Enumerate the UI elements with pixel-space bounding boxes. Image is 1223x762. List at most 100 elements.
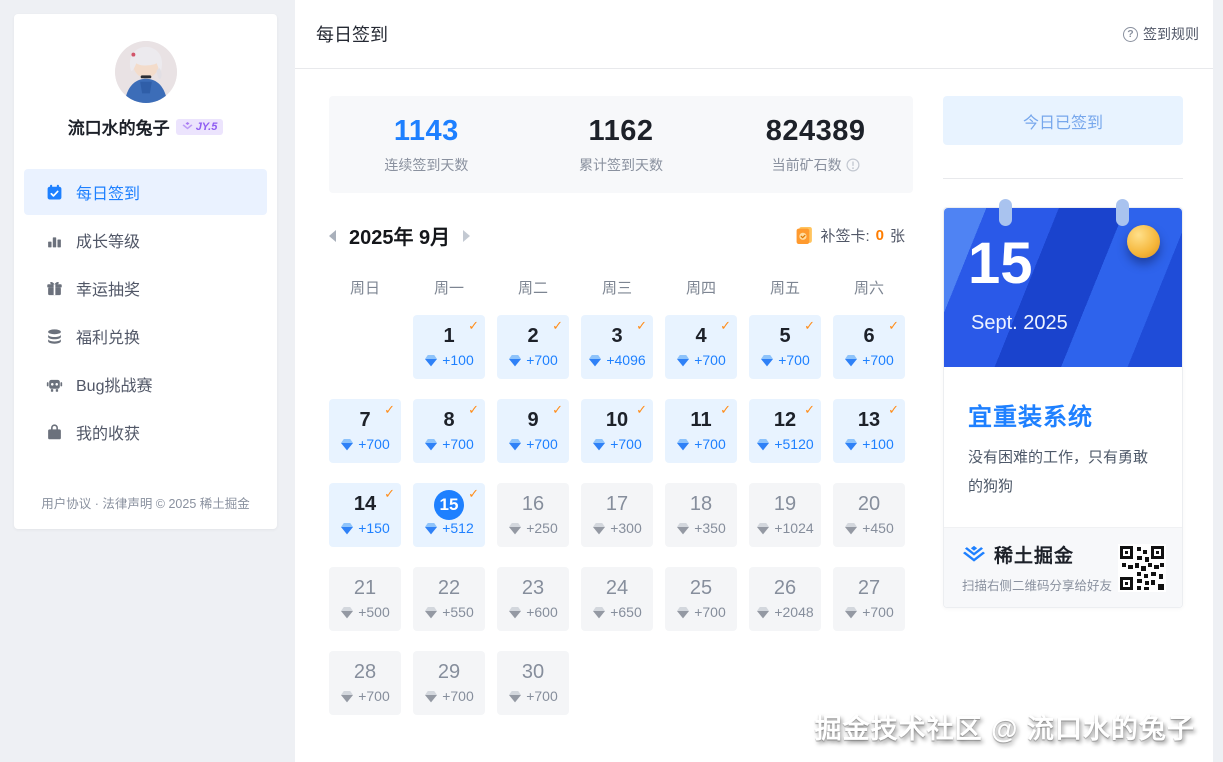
ore-icon xyxy=(756,438,770,451)
calendar-day-29[interactable]: 29+700 xyxy=(413,651,485,715)
calendar-day-4[interactable]: ✓4+700 xyxy=(665,315,737,379)
signin-button[interactable]: 今日已签到 xyxy=(943,96,1183,145)
calendar-day-23[interactable]: 23+600 xyxy=(497,567,569,631)
day-bonus: +500 xyxy=(329,604,401,620)
calendar-day-26[interactable]: 26+2048 xyxy=(749,567,821,631)
calendar-day-6[interactable]: ✓6+700 xyxy=(833,315,905,379)
sidebar-item-growth-level[interactable]: 成长等级 xyxy=(24,217,267,263)
calendar-day-24[interactable]: 24+650 xyxy=(581,567,653,631)
sidebar-footer[interactable]: 用户协议 · 法律声明 © 2025 稀土掘金 xyxy=(14,493,277,512)
calendar-day-18[interactable]: 18+350 xyxy=(665,483,737,547)
ore-icon xyxy=(844,438,858,451)
calendar-day-7[interactable]: ✓7+700 xyxy=(329,399,401,463)
avatar[interactable] xyxy=(115,41,177,103)
calendar-day-30[interactable]: 30+700 xyxy=(497,651,569,715)
day-bonus: +250 xyxy=(497,520,569,536)
calendar-day-16[interactable]: 16+250 xyxy=(497,483,569,547)
ore-icon xyxy=(340,606,354,619)
day-bonus: +4096 xyxy=(581,352,653,368)
day-bonus: +700 xyxy=(581,436,653,452)
info-icon[interactable] xyxy=(846,158,860,172)
day-bonus: +550 xyxy=(413,604,485,620)
ore-icon xyxy=(340,438,354,451)
page: 流口水的兔子 JY.5 每日签到成长等级幸运抽奖福利兑换Bug挑战赛我的收获 用… xyxy=(0,0,1223,762)
calendar-day-21[interactable]: 21+500 xyxy=(329,567,401,631)
day-bonus: +100 xyxy=(833,436,905,452)
stat: 1162累计签到天数 xyxy=(524,115,719,175)
content: 1143连续签到天数1162累计签到天数824389当前矿石数 2025年 9月 xyxy=(295,69,1213,715)
ore-icon xyxy=(508,522,522,535)
ore-icon xyxy=(844,354,858,367)
calendar-day-19[interactable]: 19+1024 xyxy=(749,483,821,547)
day-bonus: +650 xyxy=(581,604,653,620)
weekday-header: 周日周一周二周三周四周五周六 xyxy=(329,277,913,298)
question-icon: ? xyxy=(1123,27,1138,42)
makeup-card-label: 补签卡: xyxy=(820,225,869,246)
sidebar-item-welfare-exchange[interactable]: 福利兑换 xyxy=(24,313,267,359)
ore-icon xyxy=(340,522,354,535)
day-bonus: +512 xyxy=(413,520,485,536)
day-bonus: +700 xyxy=(329,688,401,704)
calendar-day-17[interactable]: 17+300 xyxy=(581,483,653,547)
empty-cell xyxy=(329,315,401,379)
calendar-day-1[interactable]: ✓1+100 xyxy=(413,315,485,379)
calendar-column: 1143连续签到天数1162累计签到天数824389当前矿石数 2025年 9月 xyxy=(329,96,913,715)
level-badge[interactable]: JY.5 xyxy=(176,119,224,135)
ore-icon xyxy=(424,354,438,367)
check-icon: ✓ xyxy=(468,318,479,334)
next-month-button[interactable] xyxy=(463,230,470,242)
signin-rules-link[interactable]: ? 签到规则 xyxy=(1123,24,1199,44)
calendar-day-15[interactable]: ✓15+512 xyxy=(413,483,485,547)
makeup-card[interactable]: 补签卡: 0 张 xyxy=(795,225,905,246)
calendar-day-12[interactable]: ✓12+5120 xyxy=(749,399,821,463)
ore-icon xyxy=(760,354,774,367)
ore-icon xyxy=(424,606,438,619)
sidebar-item-label: 幸运抽奖 xyxy=(76,276,140,300)
calendar-day-11[interactable]: ✓11+700 xyxy=(665,399,737,463)
card-footer: 稀土掘金 扫描右侧二维码分享给好友 xyxy=(944,527,1182,607)
level-badge-label: JY.5 xyxy=(196,121,218,133)
ore-icon xyxy=(844,522,858,535)
calendar-day-22[interactable]: 22+550 xyxy=(413,567,485,631)
side-panel: 今日已签到 15 Sept. 2025 宜重装系统 没有困难的工作，只有勇敢的狗… xyxy=(943,96,1183,608)
prev-month-button[interactable] xyxy=(329,230,336,242)
calendar-day-28[interactable]: 28+700 xyxy=(329,651,401,715)
check-icon: ✓ xyxy=(720,318,731,334)
sidebar-item-bug-challenge[interactable]: Bug挑战赛 xyxy=(24,361,267,407)
calendar-day-10[interactable]: ✓10+700 xyxy=(581,399,653,463)
day-bonus: +150 xyxy=(329,520,401,536)
stat: 824389当前矿石数 xyxy=(718,115,913,175)
calendar-day-27[interactable]: 27+700 xyxy=(833,567,905,631)
calendar-day-3[interactable]: ✓3+4096 xyxy=(581,315,653,379)
divider xyxy=(943,178,1183,179)
ore-icon xyxy=(592,606,606,619)
day-bonus: +5120 xyxy=(749,436,821,452)
qr-code xyxy=(1118,544,1166,592)
makeup-card-unit: 张 xyxy=(890,225,905,246)
sidebar-item-my-harvest[interactable]: 我的收获 xyxy=(24,409,267,455)
juejin-logo-icon xyxy=(962,545,986,564)
calendar-day-25[interactable]: 25+700 xyxy=(665,567,737,631)
ore-icon xyxy=(424,438,438,451)
ore-icon xyxy=(592,522,606,535)
sidebar-item-lucky-draw[interactable]: 幸运抽奖 xyxy=(24,265,267,311)
calendar-day-13[interactable]: ✓13+100 xyxy=(833,399,905,463)
calendar-check-icon xyxy=(46,184,63,201)
ore-icon xyxy=(508,354,522,367)
sidebar-item-daily-signin[interactable]: 每日签到 xyxy=(24,169,267,215)
calendar-day-2[interactable]: ✓2+700 xyxy=(497,315,569,379)
day-bonus: +700 xyxy=(665,352,737,368)
ore-icon xyxy=(756,606,770,619)
calendar-day-8[interactable]: ✓8+700 xyxy=(413,399,485,463)
day-bonus: +700 xyxy=(833,604,905,620)
calendar-day-14[interactable]: ✓14+150 xyxy=(329,483,401,547)
day-bonus: +2048 xyxy=(749,604,821,620)
day-number: 20 xyxy=(833,489,905,519)
calendar-day-20[interactable]: 20+450 xyxy=(833,483,905,547)
card-cover-image: 15 Sept. 2025 xyxy=(944,208,1182,367)
calendar-day-9[interactable]: ✓9+700 xyxy=(497,399,569,463)
weekday-label: 周日 xyxy=(329,277,401,298)
calendar-day-5[interactable]: ✓5+700 xyxy=(749,315,821,379)
card-date-label: Sept. 2025 xyxy=(971,312,1068,335)
ore-icon xyxy=(676,438,690,451)
